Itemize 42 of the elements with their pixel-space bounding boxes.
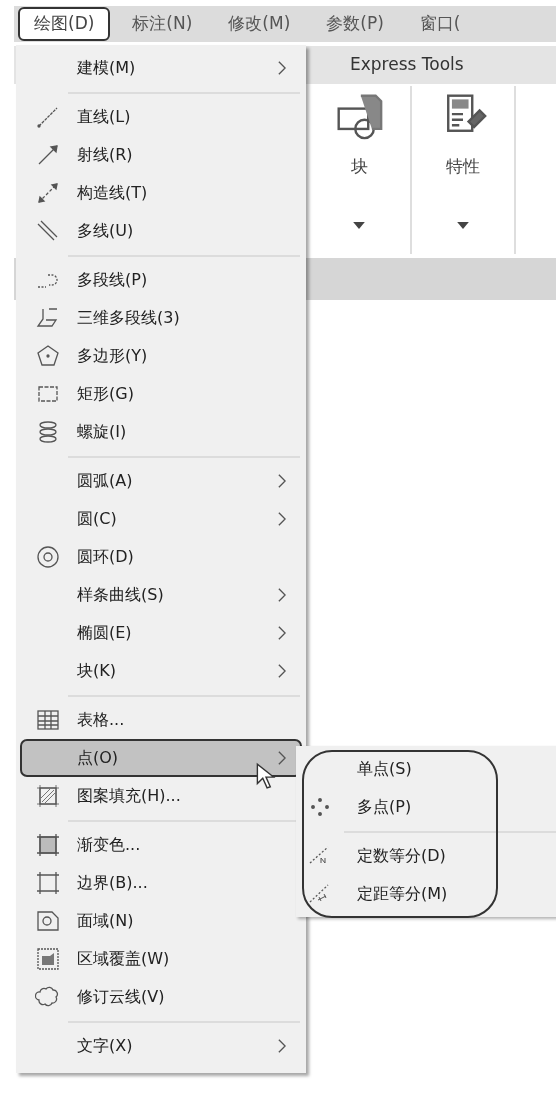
- menu-item[interactable]: 圆弧(A): [20, 462, 302, 500]
- menu-item[interactable]: 椭圆(E): [20, 614, 302, 652]
- block-icon: [335, 92, 383, 140]
- menu-item[interactable]: 矩形(G): [20, 375, 302, 413]
- ribbon-tab[interactable]: Express Tools: [350, 52, 464, 78]
- construction-line-icon: [35, 180, 61, 206]
- menu-bar-item[interactable]: 绘图(D): [18, 7, 111, 41]
- menu-item[interactable]: 直线(L): [20, 98, 302, 136]
- menu-bar-item[interactable]: 窗口(: [405, 7, 475, 41]
- gradient-icon: [35, 832, 61, 858]
- table-icon: [35, 707, 61, 733]
- menu-item[interactable]: 螺旋(I): [20, 413, 302, 451]
- hatch-icon: [35, 783, 61, 809]
- menu-item[interactable]: 表格...: [20, 701, 302, 739]
- menu-item[interactable]: 建模(M): [20, 49, 302, 87]
- menu-bar-item[interactable]: 修改(M): [214, 7, 305, 41]
- dropdown-caret-icon: [457, 221, 469, 229]
- menu-bar-item[interactable]: 参数(P): [312, 7, 398, 41]
- menu-bar-item[interactable]: 标注(N): [118, 7, 207, 41]
- polygon-icon: [35, 343, 61, 369]
- menu-item[interactable]: 多边形(Y): [20, 337, 302, 375]
- menu-item[interactable]: 多段线(P): [20, 261, 302, 299]
- menu-item[interactable]: 三维多段线(3): [20, 299, 302, 337]
- region-icon: [35, 908, 61, 934]
- menu-item[interactable]: 构造线(T): [20, 174, 302, 212]
- menu-item[interactable]: 修订云线(V): [20, 978, 302, 1016]
- menu-item[interactable]: 样条曲线(S): [20, 576, 302, 614]
- menu-item[interactable]: 圆环(D): [20, 538, 302, 576]
- cursor-icon: [254, 762, 278, 790]
- menu-item[interactable]: 块(K): [20, 652, 302, 690]
- panel-label: 块: [350, 155, 368, 178]
- panel-label: 特性: [446, 155, 480, 178]
- menu-item[interactable]: 圆(C): [20, 500, 302, 538]
- dropdown-caret-icon: [353, 221, 365, 229]
- boundary-icon: [35, 870, 61, 896]
- menu-item[interactable]: 射线(R): [20, 136, 302, 174]
- menu-item[interactable]: 点(O): [20, 739, 302, 777]
- wipeout-icon: [35, 946, 61, 972]
- menu-item[interactable]: 文字(X): [20, 1027, 302, 1065]
- donut-icon: [35, 544, 61, 570]
- menu-item[interactable]: 区域覆盖(W): [20, 940, 302, 978]
- menu-item[interactable]: 多线(U): [20, 212, 302, 250]
